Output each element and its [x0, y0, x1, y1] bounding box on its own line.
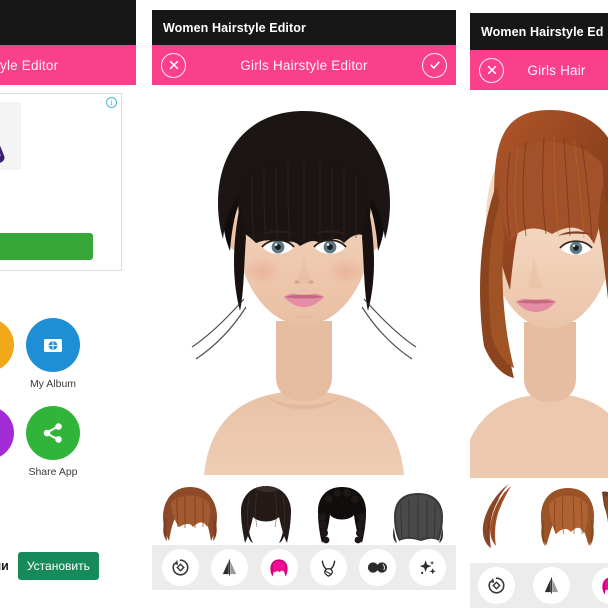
share-circle[interactable] — [26, 406, 80, 460]
home-item-rate[interactable]: s — [0, 406, 14, 478]
app-bar-right: Girls Hair — [470, 50, 608, 90]
status-bar-title: Women Hairstyle Editor — [163, 20, 306, 35]
screenshot-root: yle Editor i My Album Share App и Устано… — [0, 0, 608, 608]
status-bar-left — [0, 0, 136, 45]
home-item-label: My Album — [29, 378, 77, 390]
sunglasses-tool[interactable] — [359, 549, 397, 586]
close-circle-icon[interactable] — [161, 52, 186, 78]
hairstyle-thumb-auburn-bob[interactable] — [152, 475, 228, 545]
sparkles-icon — [419, 560, 436, 575]
hairstyle-icon — [601, 577, 608, 595]
phone-panel-right: Women Hairstyle Ed Girls Hair — [470, 13, 608, 608]
phone-panel-middle: Women Hairstyle Editor Girls Hairstyle E… — [152, 10, 456, 590]
flip-mirror-tool[interactable] — [533, 567, 570, 604]
ad-creative-image — [0, 102, 21, 170]
hairstyle-thumb-partial[interactable] — [600, 478, 608, 548]
reset-rotate-tool[interactable] — [478, 567, 515, 604]
flip-horizontal-icon — [223, 559, 237, 576]
portrait-photo — [470, 90, 608, 478]
rate-circle[interactable] — [0, 406, 14, 460]
rotate-reset-icon — [172, 559, 189, 576]
app-bar-title-right: Girls Hair — [527, 62, 586, 78]
hairstyle-icon — [270, 558, 288, 577]
photo-edit-canvas[interactable] — [470, 90, 608, 478]
bottom-ad-install-button[interactable]: Установить — [17, 552, 99, 580]
album-circle[interactable] — [26, 318, 80, 372]
hairstyle-thumbnail-strip[interactable] — [470, 478, 608, 548]
hairstyle-tool[interactable] — [260, 549, 298, 586]
ad-card[interactable]: i ТЬ — [0, 93, 122, 271]
ad-install-button[interactable]: ТЬ — [0, 233, 93, 260]
home-item-share-app[interactable]: Share App — [26, 406, 80, 478]
hairstyle-tool[interactable] — [592, 567, 608, 604]
rotate-reset-icon — [488, 577, 505, 594]
bottom-banner-ad[interactable]: тиции Установить — [0, 546, 122, 586]
camera-circle[interactable] — [0, 318, 14, 372]
phone-panel-left: yle Editor i My Album Share App и Устано… — [0, 0, 136, 608]
close-circle-icon[interactable] — [479, 57, 504, 83]
necklace-tool[interactable] — [310, 549, 348, 586]
hairstyle-thumb-black-wavy[interactable] — [228, 475, 304, 545]
ad-info-icon[interactable]: i — [106, 97, 117, 108]
status-bar-middle: Women Hairstyle Editor — [152, 10, 456, 45]
necklace-icon — [321, 560, 336, 577]
home-item-my-album[interactable]: My Album — [26, 318, 80, 390]
reset-rotate-tool[interactable] — [162, 549, 200, 586]
flip-horizontal-icon — [544, 577, 559, 594]
bottom-ad-text: тиции — [0, 559, 9, 573]
app-bar-left: yle Editor — [0, 45, 136, 85]
photo-edit-canvas[interactable] — [152, 85, 456, 475]
ad-phone-illustration — [0, 102, 21, 170]
hairstyle-thumb-auburn-bob[interactable] — [535, 478, 600, 548]
portrait-photo — [152, 85, 456, 475]
status-bar-right: Women Hairstyle Ed — [470, 13, 608, 50]
album-icon — [44, 339, 62, 352]
home-item-camera[interactable] — [0, 318, 14, 378]
app-bar-title-left: yle Editor — [0, 57, 59, 73]
app-bar-middle: Girls Hairstyle Editor — [152, 45, 456, 85]
editor-toolbar-middle[interactable] — [152, 545, 456, 590]
hairstyle-thumb-auburn-long[interactable] — [470, 478, 535, 548]
effects-tool[interactable] — [408, 549, 446, 586]
hairstyle-thumb-dark-bangs[interactable] — [380, 475, 456, 545]
hairstyle-thumb-black-curly[interactable] — [304, 475, 380, 545]
home-action-grid: My Album s — [0, 300, 136, 500]
status-bar-title: Women Hairstyle Ed — [481, 24, 604, 39]
sunglasses-icon — [368, 562, 388, 573]
hairstyle-thumbnail-strip[interactable] — [152, 475, 456, 545]
check-circle-icon[interactable] — [422, 52, 447, 78]
home-item-label: Share App — [28, 466, 78, 478]
app-bar-title-middle: Girls Hairstyle Editor — [240, 57, 368, 73]
editor-toolbar-right[interactable] — [470, 563, 608, 608]
share-icon — [43, 423, 62, 443]
flip-mirror-tool[interactable] — [211, 549, 249, 586]
